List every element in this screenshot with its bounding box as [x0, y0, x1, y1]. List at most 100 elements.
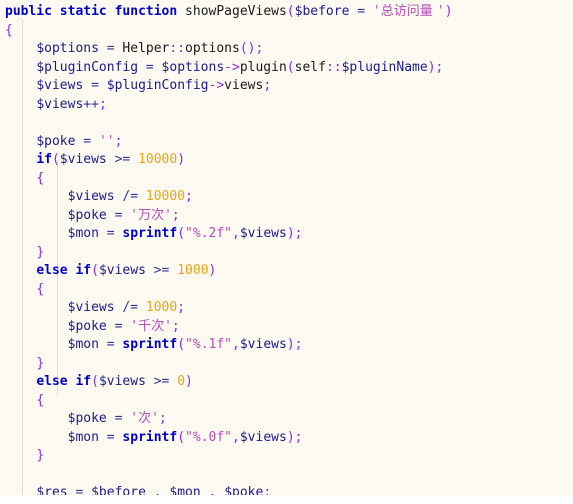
code-line[interactable]: $res = $before . $mon . $poke;: [0, 484, 573, 495]
code-token-id: [5, 189, 68, 204]
code-token-pun: (: [177, 226, 186, 241]
code-token-fn: sprintf: [122, 429, 178, 445]
code-line[interactable]: {: [0, 281, 573, 300]
code-line[interactable]: [0, 114, 573, 133]
code-token-op: >=: [114, 152, 131, 167]
code-token-kw: if: [36, 152, 52, 167]
code-line[interactable]: else if($views >= 0): [0, 373, 573, 392]
code-token-op: ++: [83, 96, 99, 112]
code-line[interactable]: $mon = sprintf("%.1f",$views);: [0, 336, 573, 355]
code-line[interactable]: [0, 466, 573, 485]
code-line[interactable]: }: [0, 447, 573, 466]
code-token-id: [138, 60, 146, 75]
code-line[interactable]: $mon = sprintf("%.0f",$views);: [0, 429, 573, 448]
code-line[interactable]: $options = Helper::options();: [0, 40, 573, 59]
code-token-pun: ;: [171, 207, 180, 223]
code-line[interactable]: {: [0, 170, 573, 189]
code-line[interactable]: $mon = sprintf("%.2f",$views);: [0, 225, 573, 244]
code-token-pun: ): [208, 263, 217, 278]
code-line[interactable]: $poke = '次';: [0, 410, 573, 429]
code-token-brc: {: [36, 392, 45, 408]
code-token-id: [5, 411, 68, 426]
code-token-var: $views: [98, 263, 146, 278]
code-token-op: =: [91, 78, 99, 93]
code-line[interactable]: $views /= 1000;: [0, 299, 573, 318]
code-token-id: [5, 393, 36, 408]
code-line[interactable]: if($views >= 10000): [0, 151, 573, 170]
code-token-id: [216, 485, 224, 495]
code-token-id: [99, 41, 107, 56]
code-token-var: $views: [67, 189, 115, 204]
code-token-var: $mon: [67, 226, 99, 241]
code-line[interactable]: public static function showPageViews($be…: [0, 3, 573, 22]
code-token-pun: ->: [208, 78, 225, 93]
code-token-id: [107, 152, 115, 167]
code-token-pun: ->: [224, 59, 240, 75]
code-token-var: $before: [91, 485, 146, 495]
code-token-var: $options: [36, 41, 99, 56]
code-token-id: [5, 78, 36, 93]
code-token-kw: public: [5, 4, 52, 19]
code-line[interactable]: $poke = '';: [0, 133, 573, 152]
code-token-var: $views: [36, 96, 84, 112]
code-token-id: [138, 189, 146, 204]
code-token-pun: ;: [98, 96, 107, 112]
code-token-var: $views: [59, 152, 107, 167]
code-token-id: [99, 78, 107, 93]
code-token-id: [107, 411, 115, 426]
code-token-cjk: 次: [138, 411, 152, 426]
code-token-id: [130, 152, 138, 167]
code-token-op: =: [145, 59, 154, 75]
code-line[interactable]: $views++;: [0, 96, 573, 115]
code-line[interactable]: }: [0, 244, 573, 263]
code-token-var: $views: [239, 429, 287, 445]
code-token-id: [5, 245, 36, 260]
code-token-pun: (: [286, 4, 295, 19]
code-token-num: 1000: [145, 300, 178, 315]
code-token-pun: );: [286, 337, 303, 352]
code-line[interactable]: $pluginConfig = $options->plugin(self::$…: [0, 59, 573, 78]
code-token-fn: sprintf: [122, 337, 178, 352]
code-token-pun: ;: [171, 318, 180, 334]
code-token-pun: ::: [325, 59, 342, 75]
code-token-op: =: [106, 41, 115, 56]
code-token-kw: if: [75, 263, 92, 278]
code-token-cjk: 总访问量: [380, 4, 437, 19]
code-token-pun: );: [286, 226, 303, 241]
code-token-id: [5, 337, 68, 352]
code-token-kw: else: [36, 374, 68, 389]
code-token-str: ': [130, 207, 139, 223]
code-block[interactable]: public static function showPageViews($be…: [0, 3, 573, 495]
code-token-id: [5, 97, 36, 112]
code-token-var: $mon: [67, 429, 99, 445]
code-token-id: showPageViews: [185, 4, 287, 19]
code-token-str: ': [372, 4, 381, 19]
code-token-id: [99, 337, 107, 352]
code-token-id: [107, 319, 115, 334]
code-token-op: =: [357, 4, 366, 19]
code-token-str: ': [151, 411, 159, 426]
code-token-id: [5, 356, 36, 371]
code-token-num: 1000: [177, 263, 209, 278]
code-line[interactable]: {: [0, 22, 573, 41]
code-token-id: [5, 374, 36, 389]
code-line[interactable]: $views = $pluginConfig->views;: [0, 77, 573, 96]
code-line[interactable]: $poke = '万次';: [0, 207, 573, 226]
code-token-pun: ): [177, 152, 186, 167]
code-line[interactable]: {: [0, 392, 573, 411]
code-line[interactable]: else if($views >= 1000): [0, 262, 573, 281]
code-line[interactable]: $views /= 10000;: [0, 188, 573, 207]
code-line[interactable]: }: [0, 355, 573, 374]
code-line[interactable]: $poke = '千次';: [0, 318, 573, 337]
code-token-cjk: 万次: [138, 207, 165, 223]
code-token-op: >=: [153, 374, 170, 389]
code-token-str: "%.1f": [185, 337, 233, 352]
code-token-brc: {: [5, 22, 13, 38]
code-token-pun: ,: [232, 337, 240, 352]
code-token-pun: ::: [169, 41, 186, 56]
code-token-var: $views: [36, 78, 84, 93]
code-viewer[interactable]: public static function showPageViews($be…: [0, 0, 573, 495]
code-token-var: $poke: [67, 411, 107, 426]
code-token-pun: ;: [177, 300, 186, 315]
code-token-id: [146, 485, 154, 495]
